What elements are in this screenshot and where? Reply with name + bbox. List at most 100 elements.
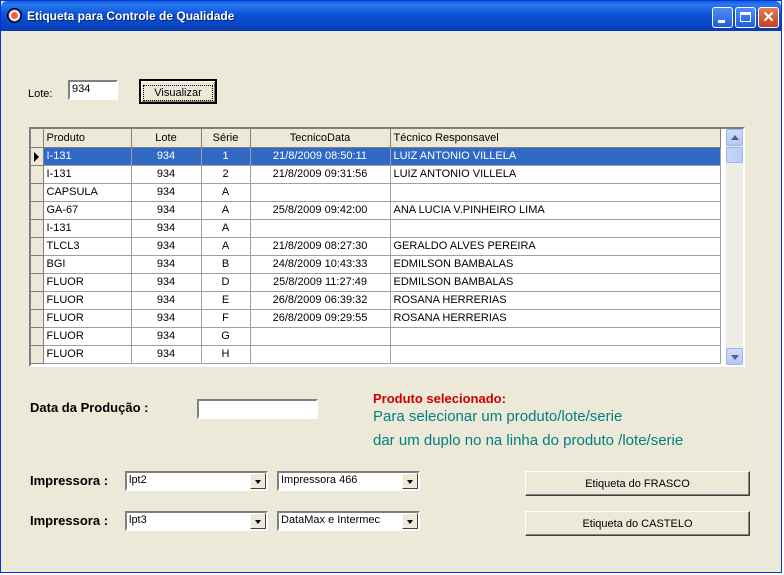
table-cell[interactable]: ROSANA HERRERIAS: [390, 309, 721, 328]
table-row[interactable]: FLUOR 934 G: [31, 327, 721, 346]
row-indicator[interactable]: [31, 273, 44, 292]
table-cell[interactable]: 25/8/2009 09:42:00: [250, 201, 391, 220]
table-cell[interactable]: 934: [131, 345, 202, 364]
lote-input[interactable]: 934: [68, 80, 118, 100]
table-cell[interactable]: 2: [201, 165, 251, 184]
table-cell[interactable]: [390, 219, 721, 238]
table-cell[interactable]: ANA LUCIA V.PINHEIRO LIMA: [390, 201, 721, 220]
table-cell[interactable]: CAPSULA: [43, 183, 132, 202]
row-indicator[interactable]: [31, 327, 44, 346]
etiqueta-castelo-button[interactable]: Etiqueta do CASTELO: [525, 511, 750, 536]
table-cell[interactable]: [390, 345, 721, 364]
row-indicator[interactable]: [31, 291, 44, 310]
table-cell[interactable]: FLUOR: [43, 291, 132, 310]
table-cell[interactable]: GERALDO ALVES PEREIRA: [390, 237, 721, 256]
table-cell[interactable]: ROSANA HERRERIAS: [390, 291, 721, 310]
table-cell[interactable]: A: [201, 183, 251, 202]
scroll-thumb[interactable]: [726, 147, 743, 163]
table-row[interactable]: I-131 934 2 21/8/2009 09:31:56 LUIZ ANTONIO …: [31, 165, 721, 184]
table-cell[interactable]: [250, 183, 391, 202]
table-cell[interactable]: LUIZ ANTONIO VILLELA: [390, 165, 721, 184]
table-cell[interactable]: G: [201, 327, 251, 346]
column-header-tecnico-responsavel[interactable]: Técnico Responsavel: [390, 129, 721, 148]
column-header-serie[interactable]: Série: [201, 129, 251, 148]
table-cell[interactable]: F: [201, 309, 251, 328]
printer-2-port-select[interactable]: lpt3: [125, 511, 268, 531]
printer-2-model-select[interactable]: DataMax e Intermec: [277, 511, 420, 531]
table-cell[interactable]: 1: [201, 147, 251, 166]
table-cell[interactable]: 934: [131, 237, 202, 256]
table-row[interactable]: FLUOR 934 E 26/8/2009 06:39:32 ROSANA HERRER…: [31, 291, 721, 310]
row-indicator[interactable]: [31, 345, 44, 364]
printer-1-port-dropdown[interactable]: [250, 473, 266, 489]
printer-2-port-dropdown[interactable]: [250, 513, 266, 529]
row-indicator[interactable]: [31, 255, 44, 274]
title-bar[interactable]: Etiqueta para Controle de Qualidade ✕: [1, 1, 781, 31]
table-cell[interactable]: 21/8/2009 08:50:11: [250, 147, 391, 166]
producao-input[interactable]: [197, 399, 318, 419]
visualizar-button[interactable]: Visualizar: [139, 79, 217, 104]
table-cell[interactable]: E: [201, 291, 251, 310]
table-cell[interactable]: 21/8/2009 08:27:30: [250, 237, 391, 256]
maximize-button[interactable]: [735, 7, 756, 28]
table-cell[interactable]: 24/8/2009 10:43:33: [250, 255, 391, 274]
table-cell[interactable]: A: [201, 201, 251, 220]
table-cell[interactable]: FLUOR: [43, 309, 132, 328]
table-cell[interactable]: B: [201, 255, 251, 274]
table-cell[interactable]: A: [201, 237, 251, 256]
table-cell[interactable]: 25/8/2009 11:27:49: [250, 273, 391, 292]
table-row[interactable]: CAPSULA 934 A: [31, 183, 721, 202]
table-cell[interactable]: 26/8/2009 06:39:32: [250, 291, 391, 310]
minimize-button[interactable]: [712, 7, 733, 28]
table-row[interactable]: FLUOR 934 F 26/8/2009 09:29:55 ROSANA HERRER…: [31, 309, 721, 328]
table-cell[interactable]: [390, 183, 721, 202]
row-indicator[interactable]: [31, 165, 44, 184]
row-indicator[interactable]: [31, 237, 44, 256]
table-cell[interactable]: [250, 219, 391, 238]
table-cell[interactable]: GA-67: [43, 201, 132, 220]
table-cell[interactable]: [390, 327, 721, 346]
table-cell[interactable]: 934: [131, 183, 202, 202]
grid-vertical-scrollbar[interactable]: [726, 129, 743, 365]
table-cell[interactable]: 934: [131, 309, 202, 328]
table-cell[interactable]: H: [201, 345, 251, 364]
data-grid[interactable]: Produto Lote Série TecnicoData Técnico R…: [29, 127, 745, 367]
column-header-produto[interactable]: Produto: [43, 129, 132, 148]
table-cell[interactable]: I-131: [43, 165, 132, 184]
table-row[interactable]: FLUOR 934 H: [31, 345, 721, 364]
table-cell[interactable]: [250, 345, 391, 364]
table-cell[interactable]: D: [201, 273, 251, 292]
table-cell[interactable]: 934: [131, 273, 202, 292]
table-cell[interactable]: A: [201, 219, 251, 238]
row-indicator[interactable]: [31, 183, 44, 202]
table-cell[interactable]: 934: [131, 147, 202, 166]
table-cell[interactable]: I-131: [43, 219, 132, 238]
table-cell[interactable]: 934: [131, 219, 202, 238]
printer-1-model-dropdown[interactable]: [402, 473, 418, 489]
table-row[interactable]: FLUOR 934 D 25/8/2009 11:27:49 EDMILSON BAMB…: [31, 273, 721, 292]
table-cell[interactable]: 934: [131, 291, 202, 310]
table-cell[interactable]: [250, 327, 391, 346]
table-row[interactable]: TLCL3 934 A 21/8/2009 08:27:30 GERALDO ALVES…: [31, 237, 721, 256]
table-cell[interactable]: 934: [131, 327, 202, 346]
table-cell[interactable]: EDMILSON BAMBALAS: [390, 255, 721, 274]
table-cell[interactable]: BGI: [43, 255, 132, 274]
table-cell[interactable]: I-131: [43, 147, 132, 166]
table-cell[interactable]: FLUOR: [43, 345, 132, 364]
printer-1-port-select[interactable]: lpt2: [125, 471, 268, 491]
column-header-tecnicodata[interactable]: TecnicoData: [250, 129, 391, 148]
table-cell[interactable]: LUIZ ANTONIO VILLELA: [390, 147, 721, 166]
table-row[interactable]: GA-67 934 A 25/8/2009 09:42:00 ANA LUCIA V.P…: [31, 201, 721, 220]
row-indicator[interactable]: [31, 201, 44, 220]
column-header-lote[interactable]: Lote: [131, 129, 202, 148]
etiqueta-frasco-button[interactable]: Etiqueta do FRASCO: [525, 471, 750, 496]
printer-1-model-select[interactable]: Impressora 466: [277, 471, 420, 491]
table-row[interactable]: I-131 934 1 21/8/2009 08:50:11 LUIZ ANTONIO …: [31, 147, 721, 166]
table-cell[interactable]: 26/8/2009 09:29:55: [250, 309, 391, 328]
row-indicator[interactable]: [31, 147, 44, 166]
table-cell[interactable]: EDMILSON BAMBALAS: [390, 273, 721, 292]
table-cell[interactable]: 934: [131, 165, 202, 184]
scroll-down-button[interactable]: [726, 348, 743, 365]
table-row[interactable]: BGI 934 B 24/8/2009 10:43:33 EDMILSON BAMBAL…: [31, 255, 721, 274]
table-cell[interactable]: 21/8/2009 09:31:56: [250, 165, 391, 184]
